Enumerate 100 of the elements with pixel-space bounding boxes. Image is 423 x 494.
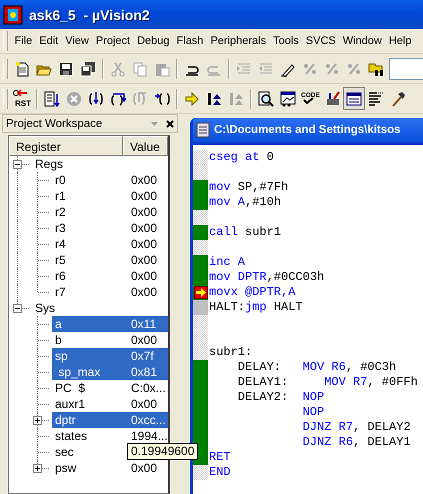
register-value: 0x00 xyxy=(130,460,158,476)
code-line: RET xyxy=(209,450,231,465)
register-value: 0x11 xyxy=(123,316,168,332)
checkmark-icon xyxy=(303,96,314,104)
collapse-icon[interactable] xyxy=(13,160,22,169)
table-window-button[interactable] xyxy=(343,87,365,110)
code-line: mov SP,#7Fh xyxy=(209,180,288,195)
register-name[interactable]: r7 xyxy=(52,284,123,300)
register-value: 0x00 xyxy=(130,172,158,188)
register-name[interactable]: dptr xyxy=(52,412,123,428)
column-header[interactable]: Register xyxy=(9,136,123,156)
register-name[interactable]: Regs xyxy=(32,156,123,172)
gutter xyxy=(193,330,208,345)
list-down-arrow-icon xyxy=(44,90,60,106)
register-name[interactable]: r4 xyxy=(52,236,123,252)
tooltip: 0.19949600 xyxy=(127,443,198,460)
register-name[interactable]: sp_max xyxy=(52,364,123,380)
reset-icon xyxy=(13,88,27,96)
register-value: C:0x... xyxy=(130,380,167,396)
icon-label: RST xyxy=(15,98,31,108)
arrow-icon xyxy=(184,90,200,106)
stacked-disks-icon xyxy=(80,60,96,76)
register-name[interactable]: a xyxy=(52,316,123,332)
code-line: mov DPTR,#0CC03h xyxy=(209,270,324,285)
outdent-icon xyxy=(258,60,274,76)
register-name[interactable]: b xyxy=(52,332,123,348)
gutter xyxy=(193,165,208,180)
code-line: DELAY2: NOP xyxy=(236,390,324,405)
code-line: movx @DPTR,A xyxy=(209,285,296,300)
panel-title: Project Workspace xyxy=(6,118,102,130)
menu-item[interactable]: Help xyxy=(385,33,415,49)
editor-title: C:\Documents and Settings\kitsos xyxy=(214,124,401,136)
collapse-icon[interactable] xyxy=(13,304,22,313)
copy-icon xyxy=(132,60,148,76)
menu-item[interactable]: SVCS xyxy=(302,33,340,49)
menu-item[interactable]: Edit xyxy=(36,33,62,49)
stop-icon xyxy=(66,90,82,106)
code-line: call subr1 xyxy=(209,225,282,240)
register-name[interactable]: sp xyxy=(52,348,123,364)
menu-item[interactable]: Debug xyxy=(134,33,174,49)
register-name[interactable]: r5 xyxy=(52,252,123,268)
close-icon[interactable] xyxy=(166,120,174,128)
menu-item[interactable]: Window xyxy=(339,33,386,49)
register-name[interactable]: r2 xyxy=(52,204,123,220)
table-window-icon xyxy=(346,90,362,106)
register-value: 0x7f xyxy=(123,348,168,364)
gutter xyxy=(193,315,208,330)
register-value: 0x00 xyxy=(130,204,158,220)
text-lines-icon xyxy=(368,90,384,106)
register-name[interactable]: r6 xyxy=(52,268,123,284)
column-header[interactable]: Value xyxy=(123,136,168,156)
step-out-icon xyxy=(132,90,148,106)
register-name[interactable]: Sys xyxy=(32,300,123,316)
register-name[interactable]: states xyxy=(52,428,123,444)
register-value: 0x00 xyxy=(130,252,158,268)
percent-icon xyxy=(324,60,340,76)
percent-icon xyxy=(302,60,318,76)
code-line: inc A xyxy=(209,255,246,270)
menu-item[interactable]: Project xyxy=(92,33,134,49)
app-icon xyxy=(3,4,23,24)
code-line: DELAY1: MOV R7, #0FFh xyxy=(236,375,418,390)
magnifier-icon xyxy=(258,90,274,106)
register-name[interactable]: auxr1 xyxy=(52,396,123,412)
menu-item[interactable]: View xyxy=(62,33,92,49)
code-line: mov A,#10h xyxy=(209,195,282,210)
register-value: 0x00 xyxy=(130,220,158,236)
trace-up-icon xyxy=(206,90,222,106)
register-name[interactable]: sec xyxy=(52,444,123,460)
code-line: HALT:jmp HALT xyxy=(209,300,303,315)
register-name[interactable]: r3 xyxy=(52,220,123,236)
step-over-icon xyxy=(110,90,126,106)
register-value: 0x00 xyxy=(130,396,158,412)
step-into-icon xyxy=(88,90,104,106)
register-name[interactable]: PC $ xyxy=(52,380,123,396)
menu-item[interactable]: File xyxy=(11,33,36,49)
reset-button[interactable]: RST xyxy=(11,87,33,110)
register-name[interactable]: r1 xyxy=(52,188,123,204)
register-value: 0xcc... xyxy=(123,412,168,428)
register-name[interactable]: r0 xyxy=(52,172,123,188)
menu-item[interactable]: Tools xyxy=(270,33,302,49)
menu-item[interactable]: Peripherals xyxy=(206,33,270,49)
register-value: 0x00 xyxy=(130,332,158,348)
register-value: 0x00 xyxy=(130,284,158,300)
scissors-icon xyxy=(110,60,126,76)
disassembly-icon xyxy=(324,90,340,106)
expand-icon[interactable] xyxy=(33,416,42,425)
code-line: NOP xyxy=(302,405,324,420)
code-line: DJNZ R7, DELAY2 xyxy=(302,420,411,435)
gutter xyxy=(193,345,208,360)
chart-window-icon xyxy=(280,90,296,106)
register-value: 0x00 xyxy=(130,236,158,252)
gutter xyxy=(193,465,208,480)
document-icon xyxy=(196,122,210,138)
gutter xyxy=(193,210,208,225)
register-name[interactable]: psw xyxy=(52,460,123,476)
expand-icon[interactable] xyxy=(33,464,42,473)
code-line: DELAY: MOV R6, #0C3h xyxy=(236,360,396,375)
menu-item[interactable]: Flash xyxy=(173,33,207,49)
gutter xyxy=(193,150,208,165)
trace-up-icon xyxy=(228,90,244,106)
